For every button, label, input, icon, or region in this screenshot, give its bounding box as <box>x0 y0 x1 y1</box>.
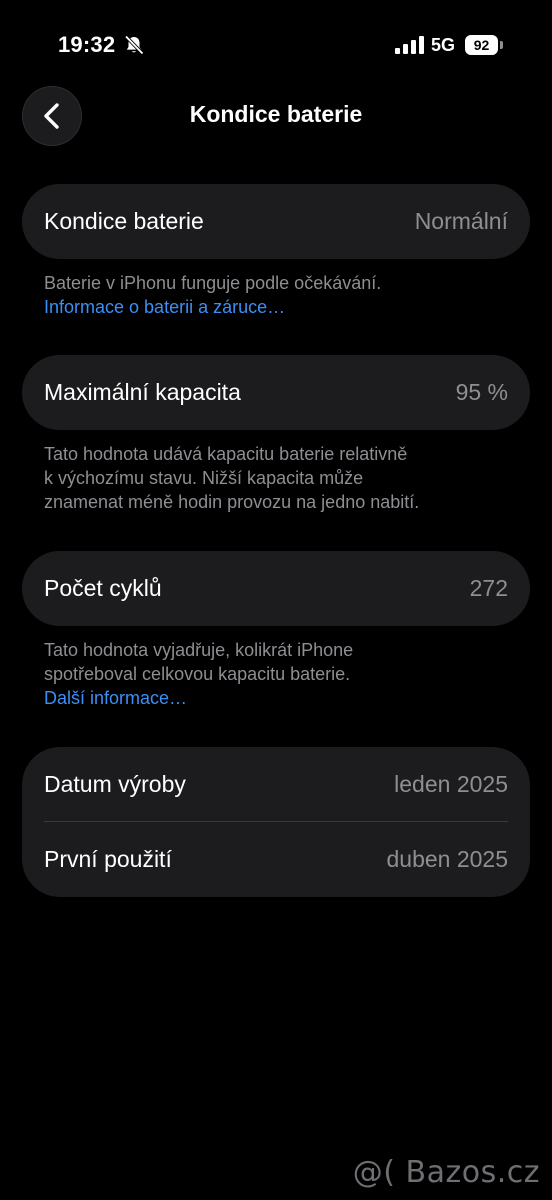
dates-card: Datum výroby leden 2025 První použití du… <box>22 747 530 897</box>
max-capacity-card: Maximální kapacita 95 % <box>22 355 530 430</box>
battery-warranty-link[interactable]: Informace o baterii a záruce… <box>44 295 514 319</box>
bazos-watermark: @( Bazos.cz <box>352 1155 540 1190</box>
cycle-count-footnote: Tato hodnota vyjadřuje, kolikrát iPhone … <box>44 638 514 710</box>
battery-cap <box>500 41 503 49</box>
cycle-count-note-line: Tato hodnota vyjadřuje, kolikrát iPhone <box>44 640 354 660</box>
cycle-count-row: Počet cyklů 272 <box>44 551 508 626</box>
battery-health-row: Kondice baterie Normální <box>44 184 508 259</box>
battery-health-value: Normální <box>414 208 508 234</box>
cycle-count-value: 272 <box>469 575 508 601</box>
max-capacity-label: Maximální kapacita <box>44 379 241 405</box>
cycle-count-label: Počet cyklů <box>44 575 162 601</box>
battery-health-label: Kondice baterie <box>44 208 204 234</box>
cycle-count-card: Počet cyklů 272 <box>22 551 530 626</box>
bell-slash-icon <box>123 34 145 56</box>
manufacture-date-label: Datum výroby <box>44 771 186 797</box>
battery-health-footnote: Baterie v iPhonu funguje podle očekávání… <box>44 271 514 319</box>
first-use-label: První použití <box>44 846 172 872</box>
cycle-count-note-line: spotřeboval celkovou kapacitu baterie. <box>44 664 351 684</box>
status-time: 19:32 <box>58 32 116 57</box>
battery-health-card: Kondice baterie Normální <box>22 184 530 259</box>
max-capacity-row: Maximální kapacita 95 % <box>44 355 508 430</box>
max-capacity-note-line: Tato hodnota udává kapacitu baterie rela… <box>44 444 408 464</box>
max-capacity-note-line: znamenat méně hodin provozu na jedno nab… <box>44 492 420 512</box>
manufacture-date-row: Datum výroby leden 2025 <box>44 747 508 822</box>
network-type: 5G <box>431 35 456 55</box>
more-info-link[interactable]: Další informace… <box>44 686 514 710</box>
battery-icon: 92 <box>465 35 503 55</box>
max-capacity-value: 95 % <box>455 379 508 405</box>
signal-bars-icon <box>395 36 425 54</box>
status-bar: 19:32 5G 92 <box>0 0 552 90</box>
battery-level: 92 <box>465 35 498 55</box>
page-title: Kondice baterie <box>189 101 363 127</box>
manufacture-date-value: leden 2025 <box>394 771 508 797</box>
first-use-value: duben 2025 <box>386 846 508 872</box>
battery-health-note: Baterie v iPhonu funguje podle očekávání… <box>44 273 382 293</box>
max-capacity-footnote: Tato hodnota udává kapacitu baterie rela… <box>44 442 514 514</box>
first-use-row: První použití duben 2025 <box>44 822 508 897</box>
max-capacity-note-line: k výchozímu stavu. Nižší kapacita může <box>44 468 364 488</box>
